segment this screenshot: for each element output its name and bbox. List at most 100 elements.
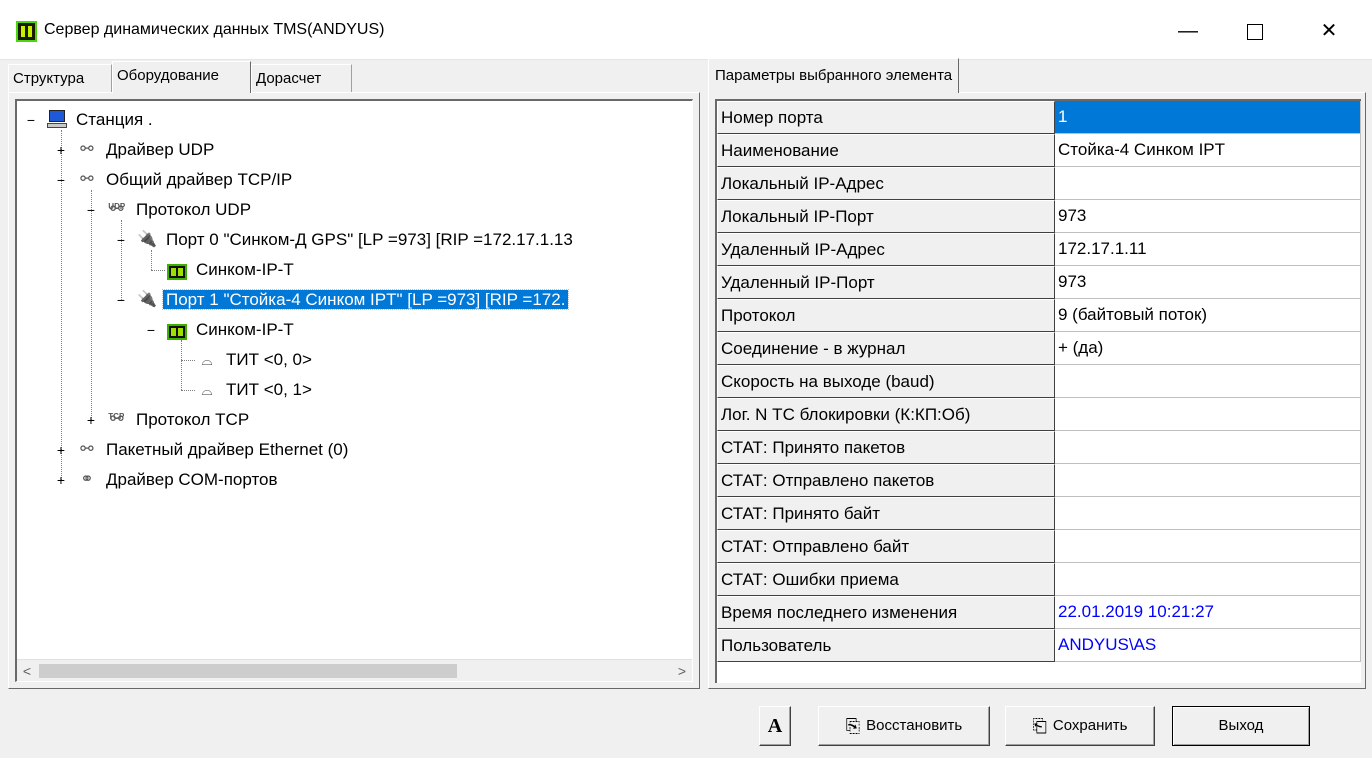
collapse-toggle[interactable]: − bbox=[25, 105, 37, 135]
property-row[interactable]: Протокол 9 (байтовый поток) bbox=[717, 299, 1361, 332]
property-value[interactable]: Стойка-4 Синком IPT bbox=[1055, 134, 1361, 167]
expand-toggle[interactable]: + bbox=[55, 465, 67, 495]
tree-node[interactable]: ⚯ Пакетный драйвер Ethernet (0) bbox=[75, 435, 351, 465]
collapse-toggle[interactable]: − bbox=[85, 195, 97, 225]
tree-node-label: Драйвер COM-портов bbox=[106, 470, 278, 489]
property-row[interactable]: Удаленный IP-Порт 973 bbox=[717, 266, 1361, 299]
property-value[interactable] bbox=[1055, 365, 1361, 398]
scroll-right-arrow[interactable]: > bbox=[672, 660, 692, 681]
property-name: Локальный IP-Адрес bbox=[717, 167, 1055, 200]
expand-toggle[interactable]: + bbox=[55, 435, 67, 465]
collapse-toggle[interactable]: − bbox=[115, 225, 127, 255]
tree-node[interactable]: ⌓ ТИТ <0, 0> bbox=[195, 345, 315, 375]
collapse-toggle[interactable]: − bbox=[115, 285, 127, 315]
tree-node-label: Порт 1 "Стойка-4 Синком IPT" [LP =973] [… bbox=[161, 289, 570, 310]
app-icon bbox=[16, 21, 37, 42]
tree-node-label: Синком-IP-T bbox=[196, 320, 294, 339]
property-name: Удаленный IP-Адрес bbox=[717, 233, 1055, 266]
tab-selected-element-params[interactable]: Параметры выбранного элемента bbox=[708, 58, 960, 93]
tree-node-label: Общий драйвер TCP/IP bbox=[106, 170, 293, 189]
property-row[interactable]: Локальный IP-Адрес bbox=[717, 167, 1361, 200]
expand-toggle[interactable]: + bbox=[85, 405, 97, 435]
property-row[interactable]: Пользователь ANDYUS\AS bbox=[717, 629, 1361, 662]
minimize-button[interactable]: — bbox=[1165, 12, 1211, 52]
property-value[interactable] bbox=[1055, 497, 1361, 530]
tree-node-label: Синком-IP-T bbox=[196, 260, 294, 279]
horizontal-scrollbar[interactable]: < > bbox=[17, 659, 692, 681]
tab-equipment[interactable]: Оборудование bbox=[112, 61, 251, 93]
property-value[interactable]: 9 (байтовый поток) bbox=[1055, 299, 1361, 332]
property-row[interactable]: СТАТ: Принято пакетов bbox=[717, 431, 1361, 464]
property-name: Удаленный IP-Порт bbox=[717, 266, 1055, 299]
restore-label: Восстановить bbox=[866, 717, 963, 734]
close-button[interactable]: ✕ bbox=[1306, 12, 1352, 52]
tree-node[interactable]: Синком-IP-T bbox=[165, 255, 297, 285]
tree-node-label: ТИТ <0, 0> bbox=[226, 350, 312, 369]
tree-node[interactable]: ⚯ Драйвер UDP bbox=[75, 135, 217, 165]
expand-toggle[interactable]: + bbox=[55, 135, 67, 165]
restore-button[interactable]: ⎘ Восстановить bbox=[818, 706, 990, 746]
tab-recalc[interactable]: Дорасчет bbox=[251, 64, 352, 94]
property-row[interactable]: Удаленный IP-Адрес 172.17.1.11 bbox=[717, 233, 1361, 266]
computer-icon bbox=[45, 105, 69, 135]
collapse-toggle[interactable]: − bbox=[145, 315, 157, 345]
font-button[interactable]: A bbox=[759, 706, 791, 746]
tree-node[interactable]: Синком-IP-T bbox=[165, 315, 297, 345]
scroll-left-arrow[interactable]: < bbox=[17, 660, 37, 681]
property-row[interactable]: Лог. N ТС блокировки (К:КП:Об) bbox=[717, 398, 1361, 431]
port-icon: 🔌 bbox=[137, 231, 157, 248]
maximize-button[interactable] bbox=[1232, 12, 1278, 52]
tree-node[interactable]: ⚯ TCP Протокол TCP bbox=[105, 405, 252, 435]
properties-panel: Номер порта 1 Наименование Стойка-4 Синком … bbox=[708, 92, 1366, 689]
property-row[interactable]: СТАТ: Отправлено пакетов bbox=[717, 464, 1361, 497]
tree-node[interactable]: Станция . bbox=[45, 105, 156, 135]
scrollbar-thumb[interactable] bbox=[39, 664, 457, 678]
property-name: СТАТ: Отправлено пакетов bbox=[717, 464, 1055, 497]
property-value[interactable] bbox=[1055, 431, 1361, 464]
property-value[interactable] bbox=[1055, 530, 1361, 563]
properties-grid: Номер порта 1 Наименование Стойка-4 Синком … bbox=[715, 99, 1361, 683]
tree-node-label: Порт 0 "Синком-Д GPS" [LP =973] [RIP =17… bbox=[166, 230, 573, 249]
property-value[interactable]: ANDYUS\AS bbox=[1055, 629, 1361, 662]
title-bar: Сервер динамических данных TMS(ANDYUS) —… bbox=[0, 0, 1372, 60]
property-row[interactable]: Время последнего изменения 22.01.2019 10:… bbox=[717, 596, 1361, 629]
protocol-badge: TCP bbox=[108, 412, 125, 421]
property-value[interactable] bbox=[1055, 563, 1361, 596]
save-button[interactable]: ⎗ Сохранить bbox=[1005, 706, 1155, 746]
property-value[interactable]: 172.17.1.11 bbox=[1055, 233, 1361, 266]
udp-protocol-icon: ⚯ UDP bbox=[105, 195, 129, 225]
property-name: Протокол bbox=[717, 299, 1055, 332]
property-row[interactable]: Соединение - в журнал + (да) bbox=[717, 332, 1361, 365]
tree-node[interactable]: ⚯ UDP Протокол UDP bbox=[105, 195, 254, 225]
equipment-tree[interactable]: − Станция . + ⚯ Драйвер UDP − ⚯ Общий драйвер T… bbox=[15, 99, 693, 682]
property-value[interactable]: 1 bbox=[1055, 101, 1361, 134]
tree-node[interactable]: 🔌 Порт 1 "Стойка-4 Синком IPT" [LP =973] … bbox=[135, 285, 570, 315]
restore-icon: ⎘ bbox=[845, 716, 861, 736]
tree-node-label: Протокол TCP bbox=[136, 410, 250, 429]
property-value[interactable]: 973 bbox=[1055, 266, 1361, 299]
property-value[interactable]: 973 bbox=[1055, 200, 1361, 233]
property-value[interactable] bbox=[1055, 167, 1361, 200]
exit-button[interactable]: Выход bbox=[1172, 706, 1310, 746]
property-row[interactable]: Скорость на выходе (baud) bbox=[717, 365, 1361, 398]
tree-node-label: Драйвер UDP bbox=[106, 140, 215, 159]
property-row[interactable]: Наименование Стойка-4 Синком IPT bbox=[717, 134, 1361, 167]
property-value[interactable]: + (да) bbox=[1055, 332, 1361, 365]
tab-structure[interactable]: Структура bbox=[8, 64, 112, 94]
collapse-toggle[interactable]: − bbox=[55, 165, 67, 195]
property-name: Локальный IP-Порт bbox=[717, 200, 1055, 233]
save-label: Сохранить bbox=[1052, 717, 1128, 734]
property-row[interactable]: Номер порта 1 bbox=[717, 101, 1361, 134]
property-value[interactable] bbox=[1055, 464, 1361, 497]
property-value[interactable] bbox=[1055, 398, 1361, 431]
property-value[interactable]: 22.01.2019 10:21:27 bbox=[1055, 596, 1361, 629]
tree-node[interactable]: ⚭ Драйвер COM-портов bbox=[75, 465, 281, 495]
tree-node[interactable]: ⌓ ТИТ <0, 1> bbox=[195, 375, 315, 405]
property-row[interactable]: СТАТ: Принято байт bbox=[717, 497, 1361, 530]
tree-node[interactable]: ⚯ Общий драйвер TCP/IP bbox=[75, 165, 295, 195]
property-row[interactable]: Локальный IP-Порт 973 bbox=[717, 200, 1361, 233]
tree-node[interactable]: 🔌 Порт 0 "Синком-Д GPS" [LP =973] [RIP =1… bbox=[135, 225, 576, 255]
gauge-icon: ⌓ bbox=[201, 382, 213, 398]
property-row[interactable]: СТАТ: Отправлено байт bbox=[717, 530, 1361, 563]
property-row[interactable]: СТАТ: Ошибки приема bbox=[717, 563, 1361, 596]
